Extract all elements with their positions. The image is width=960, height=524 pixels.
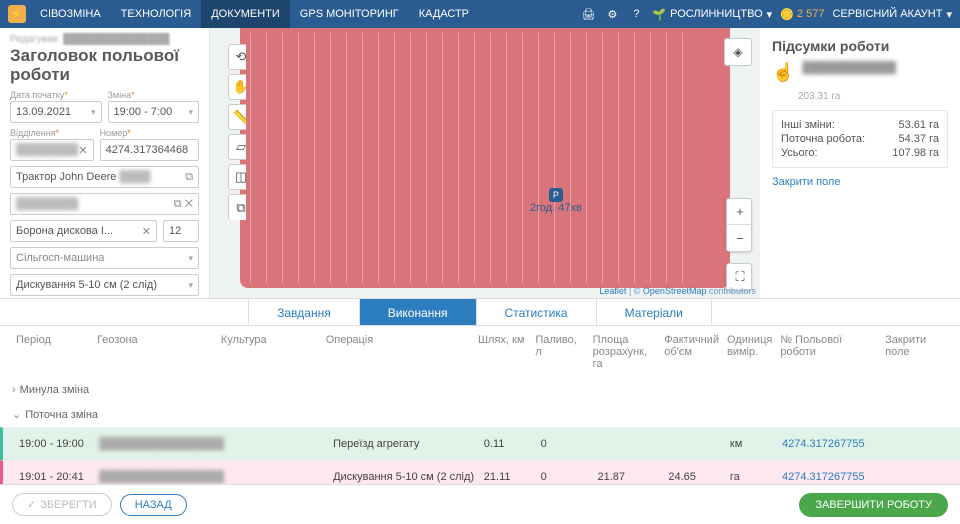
- group-curr[interactable]: ⌄Поточна зміна: [0, 402, 960, 427]
- module-select[interactable]: 🌱 РОСЛИННИЦТВО ▾: [652, 8, 772, 21]
- tab-stats[interactable]: Статистика: [477, 299, 597, 325]
- hand-tool-icon[interactable]: ✋: [228, 74, 246, 100]
- zoom-out-icon[interactable]: −: [727, 225, 753, 251]
- summary-area: 203.31 га: [798, 91, 948, 102]
- summary-box: Інші зміни:53.61 га Поточна робота:54.37…: [772, 110, 948, 168]
- left-form: Редагував: ███████████████ Заголовок пол…: [0, 28, 210, 298]
- topbar-right: 🖨 ⚙ ? 🌱 РОСЛИННИЦТВО ▾ 🪙 2 577 СЕРВІСНИЙ…: [580, 6, 952, 22]
- account-menu[interactable]: СЕРВІСНИЙ АКАУНТ ▾: [832, 8, 952, 21]
- dept-label: Відділення*: [10, 128, 94, 138]
- num-input[interactable]: 4274.317364468: [100, 139, 199, 161]
- main-nav: СІВОЗМІНА ТЕХНОЛОГІЯ ДОКУМЕНТИ GPS МОНІТ…: [30, 0, 479, 28]
- parking-icon: P: [549, 188, 563, 202]
- section-tabs: Завдання Виконання Статистика Матеріали: [0, 298, 960, 326]
- marker-label: 2год. 47хв: [530, 202, 582, 214]
- dept-input[interactable]: ████████✕: [10, 139, 94, 161]
- tractor-input[interactable]: Трактор John Deere ████⧉: [10, 166, 199, 188]
- clear-icon: ✕: [185, 198, 193, 210]
- driver-input[interactable]: ████████⧉ ✕: [10, 193, 199, 215]
- editing-info: Редагував: ███████████████: [10, 34, 199, 45]
- zoom-control: + −: [726, 198, 752, 252]
- nav-crop[interactable]: СІВОЗМІНА: [30, 0, 111, 28]
- work-number-link[interactable]: 4274.317267755: [778, 469, 882, 485]
- machine-select[interactable]: Сільгосп-машина▾: [10, 247, 199, 269]
- tab-exec[interactable]: Виконання: [360, 299, 477, 325]
- field-name: ████████████: [802, 62, 948, 74]
- nav-gps[interactable]: GPS МОНІТОРИНГ: [290, 0, 409, 28]
- save-button[interactable]: ✓ ЗБЕРЕГТИ: [12, 493, 112, 516]
- app-logo[interactable]: ⚡: [8, 5, 26, 23]
- num-label: Номер*: [100, 128, 199, 138]
- operation-select[interactable]: Дискування 5-10 см (2 слід)▾: [10, 274, 199, 296]
- help-icon[interactable]: ?: [628, 6, 644, 22]
- count-input[interactable]: 12: [163, 220, 199, 242]
- shift-input[interactable]: 19:00 - 7:00▾: [108, 101, 200, 123]
- table-header: Період Геозона Культура Операція Шлях, к…: [0, 326, 960, 378]
- chevron-down-icon: ⌄: [12, 408, 21, 421]
- finish-button[interactable]: ЗАВЕРШИТИ РОБОТУ: [799, 493, 948, 517]
- gear-icon[interactable]: ⚙: [604, 6, 620, 22]
- tab-task[interactable]: Завдання: [248, 299, 360, 325]
- route-tool-icon[interactable]: ⟲: [228, 44, 246, 70]
- group-prev[interactable]: ›Минула зміна: [0, 378, 960, 402]
- date-label: Дата початку*: [10, 90, 102, 100]
- page-title: Заголовок польової роботи: [10, 47, 199, 84]
- shift-label: Зміна*: [108, 90, 200, 100]
- clear-icon: ✕: [142, 225, 151, 238]
- bottom-bar: ✓ ЗБЕРЕГТИ НАЗАД ЗАВЕРШИТИ РОБОТУ: [0, 484, 960, 524]
- date-input[interactable]: 13.09.2021▾: [10, 101, 102, 123]
- area-tool-icon[interactable]: ◫: [228, 164, 246, 190]
- summary-panel: Підсумки роботи ☝ ████████████ 203.31 га…: [760, 28, 960, 298]
- implement-input[interactable]: Борона дискова І...✕: [10, 220, 157, 242]
- field-polygon: for(let i=0;i<28;i++)document.write('<di…: [240, 28, 730, 288]
- zoom-in-icon[interactable]: +: [727, 199, 753, 225]
- close-field-link[interactable]: Закрити поле: [772, 176, 948, 188]
- clear-icon: ✕: [78, 144, 87, 157]
- table-row[interactable]: 19:00 - 19:00 ████████████████ Переїзд а…: [0, 427, 960, 460]
- draw-tool-icon[interactable]: ▱: [228, 134, 246, 160]
- back-button[interactable]: НАЗАД: [120, 494, 187, 516]
- hand-icon: ☝: [772, 62, 794, 83]
- topbar: ⚡ СІВОЗМІНА ТЕХНОЛОГІЯ ДОКУМЕНТИ GPS МОН…: [0, 0, 960, 28]
- work-number-link[interactable]: 4274.317267755: [778, 436, 882, 452]
- ruler-tool-icon[interactable]: 📏: [228, 104, 246, 130]
- nav-docs[interactable]: ДОКУМЕНТИ: [201, 0, 290, 28]
- print-icon[interactable]: 🖨: [580, 6, 596, 22]
- nav-tech[interactable]: ТЕХНОЛОГІЯ: [111, 0, 202, 28]
- nav-cadastre[interactable]: КАДАСТР: [409, 0, 479, 28]
- tab-materials[interactable]: Матеріали: [597, 299, 712, 325]
- copy-icon: ⧉: [185, 171, 193, 184]
- copy-icon: ⧉: [174, 198, 182, 210]
- vehicle-marker[interactable]: P 2год. 47хв: [530, 188, 582, 214]
- layers-icon[interactable]: ◈: [724, 38, 752, 66]
- chevron-right-icon: ›: [12, 384, 16, 396]
- map-attribution: Leaflet | © OpenStreetMap contributors: [599, 286, 756, 296]
- summary-title: Підсумки роботи: [772, 38, 948, 54]
- map-view[interactable]: for(let i=0;i<28;i++)document.write('<di…: [210, 28, 760, 298]
- map-tools: ⟲ ✋ 📏 ▱ ◫ ⧉: [218, 38, 246, 224]
- coins-balance[interactable]: 🪙 2 577: [780, 8, 824, 21]
- copy-tool-icon[interactable]: ⧉: [228, 194, 246, 220]
